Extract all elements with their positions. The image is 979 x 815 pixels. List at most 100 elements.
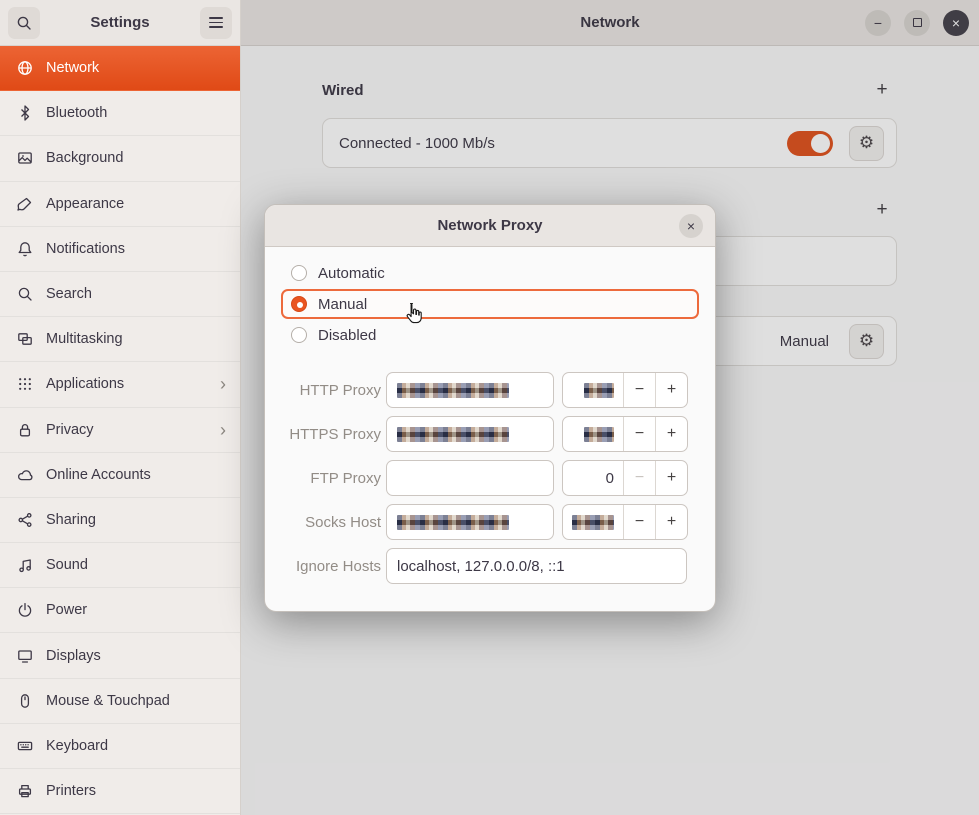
redacted-text	[584, 383, 614, 398]
sidebar-item-network[interactable]: Network	[0, 46, 240, 91]
sidebar-item-label: Online Accounts	[46, 467, 151, 483]
cloud-icon	[17, 467, 33, 483]
music-note-icon	[17, 557, 33, 573]
mouse-icon	[17, 693, 33, 709]
https-port-decrease-button[interactable]: −	[623, 417, 655, 451]
ftp-port-increase-button[interactable]: +	[655, 461, 687, 495]
socks-host-label: Socks Host	[281, 514, 381, 531]
https-port-value[interactable]	[563, 417, 623, 451]
background-icon	[17, 150, 33, 166]
close-icon: ×	[687, 218, 695, 234]
sidebar-item-label: Network	[46, 60, 99, 76]
ftp-proxy-input[interactable]	[386, 460, 554, 496]
ftp-port-decrease-button[interactable]: −	[623, 461, 655, 495]
sidebar-item-multitasking[interactable]: Multitasking	[0, 317, 240, 362]
https-port-increase-button[interactable]: +	[655, 417, 687, 451]
search-icon	[17, 286, 33, 302]
sidebar-item-printers[interactable]: Printers	[0, 769, 240, 814]
sidebar-item-sharing[interactable]: Sharing	[0, 498, 240, 543]
redacted-text	[397, 515, 509, 530]
bluetooth-icon	[17, 105, 33, 121]
sidebar-item-label: Sharing	[46, 512, 96, 528]
sidebar-item-background[interactable]: Background	[0, 136, 240, 181]
proxy-option-manual[interactable]: Manual	[281, 289, 699, 319]
multitasking-icon	[17, 331, 33, 347]
radio-checked-icon	[291, 296, 307, 312]
http-proxy-label: HTTP Proxy	[281, 382, 381, 399]
proxy-option-disabled[interactable]: Disabled	[281, 321, 699, 349]
http-port-value[interactable]	[563, 373, 623, 407]
keyboard-icon	[17, 738, 33, 754]
socks-host-input[interactable]	[386, 504, 554, 540]
hamburger-icon	[209, 17, 223, 28]
network-icon	[17, 60, 33, 76]
bell-icon	[17, 241, 33, 257]
sidebar-item-label: Multitasking	[46, 331, 123, 347]
sidebar-item-bluetooth[interactable]: Bluetooth	[0, 91, 240, 136]
appearance-icon	[17, 196, 33, 212]
ignore-hosts-row: Ignore Hosts	[281, 548, 699, 584]
sidebar-list: Network Bluetooth Background Appearance …	[0, 46, 240, 815]
network-proxy-dialog: Network Proxy × Automatic Manual Disable…	[264, 204, 716, 612]
proxy-fields: HTTP Proxy − + HTTPS Proxy − +	[281, 372, 699, 584]
apps-grid-icon	[17, 376, 33, 392]
sidebar-item-notifications[interactable]: Notifications	[0, 227, 240, 272]
sidebar-item-appearance[interactable]: Appearance	[0, 182, 240, 227]
http-port-increase-button[interactable]: +	[655, 373, 687, 407]
socks-port-decrease-button[interactable]: −	[623, 505, 655, 539]
chevron-right-icon: ›	[220, 421, 226, 439]
ftp-proxy-label: FTP Proxy	[281, 470, 381, 487]
sidebar-item-sound[interactable]: Sound	[0, 543, 240, 588]
http-proxy-input[interactable]	[386, 372, 554, 408]
radio-icon	[291, 327, 307, 343]
search-button[interactable]	[8, 7, 40, 39]
ftp-proxy-row: FTP Proxy 0 − +	[281, 460, 699, 496]
redacted-text	[397, 383, 509, 398]
radio-label: Manual	[318, 296, 367, 313]
search-icon	[16, 15, 32, 31]
radio-label: Disabled	[318, 327, 376, 344]
sidebar-item-privacy[interactable]: Privacy ›	[0, 408, 240, 453]
dialog-close-button[interactable]: ×	[679, 214, 703, 238]
sidebar-item-label: Search	[46, 286, 92, 302]
radio-label: Automatic	[318, 265, 385, 282]
lock-icon	[17, 422, 33, 438]
socks-port-value[interactable]	[563, 505, 623, 539]
https-port-spinner: − +	[562, 416, 688, 452]
sidebar-item-label: Bluetooth	[46, 105, 107, 121]
sidebar-item-applications[interactable]: Applications ›	[0, 362, 240, 407]
sidebar-item-keyboard[interactable]: Keyboard	[0, 724, 240, 769]
ignore-hosts-label: Ignore Hosts	[281, 558, 381, 575]
sidebar-item-label: Power	[46, 602, 87, 618]
share-icon	[17, 512, 33, 528]
https-proxy-row: HTTPS Proxy − +	[281, 416, 699, 452]
radio-icon	[291, 265, 307, 281]
sidebar-item-search[interactable]: Search	[0, 272, 240, 317]
sidebar-item-label: Appearance	[46, 196, 124, 212]
sidebar-item-displays[interactable]: Displays	[0, 633, 240, 678]
sidebar-item-label: Mouse & Touchpad	[46, 693, 170, 709]
sidebar-item-label: Keyboard	[46, 738, 108, 754]
sidebar-item-label: Applications	[46, 376, 124, 392]
ignore-hosts-input[interactable]	[386, 548, 687, 584]
sidebar-item-label: Background	[46, 150, 123, 166]
ftp-port-value[interactable]: 0	[563, 461, 623, 495]
https-proxy-input[interactable]	[386, 416, 554, 452]
sidebar-item-mouse-touchpad[interactable]: Mouse & Touchpad	[0, 679, 240, 724]
http-port-spinner: − +	[562, 372, 688, 408]
chevron-right-icon: ›	[220, 375, 226, 393]
menu-button[interactable]	[200, 7, 232, 39]
power-icon	[17, 602, 33, 618]
socks-host-row: Socks Host − +	[281, 504, 699, 540]
socks-port-increase-button[interactable]: +	[655, 505, 687, 539]
https-proxy-label: HTTPS Proxy	[281, 426, 381, 443]
dialog-headerbar: Network Proxy ×	[265, 205, 715, 247]
sidebar-item-label: Privacy	[46, 422, 94, 438]
sidebar: Settings Network Bluetooth Background Ap…	[0, 0, 241, 815]
http-port-decrease-button[interactable]: −	[623, 373, 655, 407]
dialog-title: Network Proxy	[437, 217, 542, 234]
proxy-option-automatic[interactable]: Automatic	[281, 259, 699, 287]
sidebar-item-power[interactable]: Power	[0, 588, 240, 633]
ftp-port-spinner: 0 − +	[562, 460, 688, 496]
sidebar-item-online-accounts[interactable]: Online Accounts	[0, 453, 240, 498]
